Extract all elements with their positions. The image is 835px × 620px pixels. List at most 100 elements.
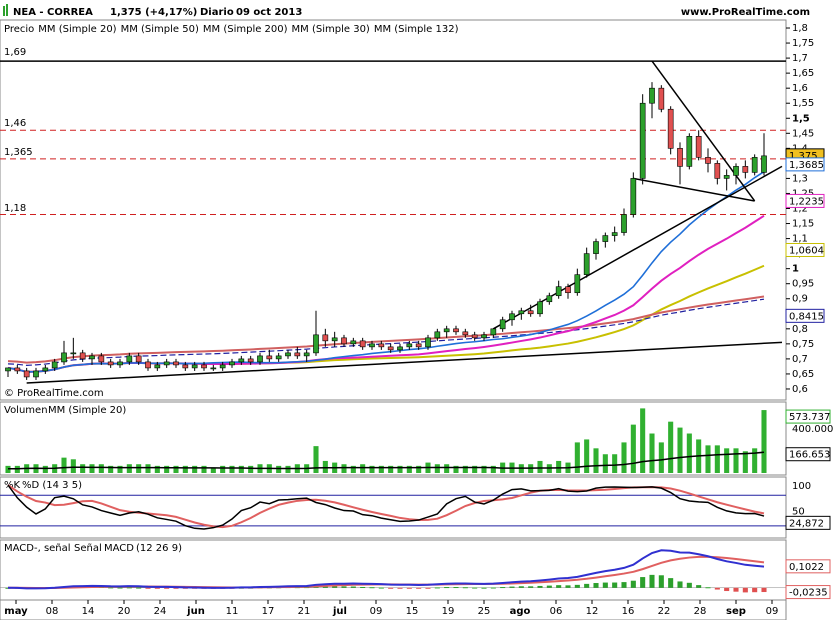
candle-body bbox=[742, 166, 749, 173]
stock-chart: NEA - CORREA 1,375 (+4,17%) Diario 09 oc… bbox=[0, 0, 835, 620]
price-value-tag-label: 1,0604 bbox=[789, 245, 824, 256]
volume-bar bbox=[70, 459, 76, 473]
macd-histogram-bar bbox=[621, 582, 627, 588]
price-tick-label: 1,5 bbox=[792, 113, 810, 124]
price-tick-label: 1,75 bbox=[792, 38, 814, 49]
candle-body bbox=[611, 232, 618, 236]
macd-histogram-bar bbox=[136, 587, 142, 589]
candle-body bbox=[51, 361, 58, 369]
price-tick-label: 1,55 bbox=[792, 98, 814, 109]
candle-body bbox=[555, 286, 562, 297]
macd-histogram-bar bbox=[117, 587, 123, 589]
candle-body bbox=[89, 355, 95, 360]
macd-histogram-bar bbox=[584, 583, 590, 588]
volume-bar bbox=[238, 465, 244, 473]
legend-sma132: MM (Simple 132) bbox=[374, 24, 459, 35]
macd-histogram-bar bbox=[425, 587, 431, 589]
x-tick-label: 12 bbox=[586, 606, 599, 617]
candle-body bbox=[33, 370, 39, 378]
volume-value-tag-label: 166.653 bbox=[789, 450, 830, 461]
candle-body bbox=[621, 214, 627, 233]
price-tick-label: 1,1 bbox=[792, 234, 808, 245]
macd-histogram-bar bbox=[126, 587, 132, 589]
volume-bar bbox=[574, 442, 580, 473]
stoch-tick-label: 100 bbox=[792, 481, 811, 492]
x-tick-label: 22 bbox=[658, 606, 671, 617]
candle-body bbox=[602, 235, 609, 242]
volume-bar bbox=[164, 465, 170, 473]
x-tick-label: 21 bbox=[298, 606, 311, 617]
candle-body bbox=[173, 361, 179, 366]
candle-body bbox=[686, 136, 693, 167]
candle-body bbox=[714, 163, 721, 179]
price-tick-label: 0,65 bbox=[792, 369, 814, 380]
candle-body bbox=[453, 328, 459, 333]
volume-bar bbox=[612, 454, 618, 473]
candle-body bbox=[527, 310, 534, 315]
macd-histogram-bar bbox=[714, 587, 720, 590]
macd-histogram-bar bbox=[602, 582, 608, 588]
candle-body bbox=[415, 343, 422, 348]
macd-histogram-bar bbox=[369, 587, 375, 589]
macd-histogram-bar bbox=[341, 586, 347, 588]
volume-bar bbox=[89, 464, 95, 473]
x-tick-label: 09 bbox=[370, 606, 383, 617]
candle-body bbox=[481, 334, 487, 339]
candle-body bbox=[565, 286, 571, 294]
x-tick-label: 14 bbox=[82, 606, 95, 617]
x-tick-label: 06 bbox=[550, 606, 563, 617]
macd-value-tag-label: 0,1022 bbox=[789, 562, 824, 573]
legend-macd-params: (12 26 9) bbox=[136, 543, 182, 554]
price-tick-label: 0,8 bbox=[792, 324, 808, 335]
price-value-tag-label: 1,3685 bbox=[789, 160, 824, 171]
macd-histogram-bar bbox=[546, 585, 552, 588]
x-tick-label: 24 bbox=[154, 606, 167, 617]
legend-sma200: MM (Simple 200) bbox=[203, 24, 288, 35]
candle-body bbox=[574, 274, 581, 294]
price-tick-label: 1,45 bbox=[792, 128, 814, 139]
candle-body bbox=[546, 295, 553, 303]
volume-bar bbox=[677, 427, 683, 473]
macd-histogram-bar bbox=[724, 587, 730, 592]
candle-body bbox=[649, 87, 655, 104]
candle-body bbox=[42, 367, 49, 372]
price-tick-label: 1,15 bbox=[792, 219, 814, 230]
volume-bar bbox=[537, 460, 543, 473]
price-tick-label: 0,6 bbox=[792, 384, 808, 395]
price-tick-label: 0,75 bbox=[792, 339, 814, 350]
price-tick-label: 1,8 bbox=[792, 23, 808, 34]
candle-body bbox=[201, 364, 207, 369]
volume-bar bbox=[668, 421, 674, 473]
candle-body bbox=[387, 346, 394, 351]
candle-body bbox=[639, 102, 646, 179]
price-tick-label: 1,65 bbox=[792, 68, 814, 79]
legend-sma30: MM (Simple 30) bbox=[292, 24, 370, 35]
legend-macd-signal: Señal bbox=[74, 543, 102, 554]
macd-histogram-bar bbox=[686, 582, 692, 588]
price-panel bbox=[0, 19, 787, 401]
x-tick-label: jul bbox=[332, 606, 347, 617]
volume-bar bbox=[220, 465, 226, 473]
x-tick-label: 28 bbox=[694, 606, 707, 617]
candle-body bbox=[247, 358, 254, 363]
legend-macd-hist: MACD-, señal bbox=[4, 543, 71, 554]
candle-body bbox=[98, 355, 105, 363]
candle-body bbox=[238, 358, 245, 363]
macd-histogram-bar bbox=[360, 586, 366, 588]
volume-bar bbox=[229, 465, 235, 473]
volume-value-tag-label: 573.737 bbox=[789, 412, 830, 423]
candle-body bbox=[499, 319, 506, 330]
candle-body bbox=[490, 328, 497, 336]
price-tick-label: 0,95 bbox=[792, 279, 814, 290]
x-tick-label: 15 bbox=[406, 606, 419, 617]
volume-bar bbox=[285, 465, 291, 473]
candle-body bbox=[210, 367, 217, 370]
volume-bar bbox=[276, 465, 282, 473]
candle-body bbox=[117, 361, 123, 366]
volume-bar bbox=[640, 408, 646, 473]
macd-histogram-bar bbox=[574, 584, 580, 588]
volume-bar bbox=[621, 442, 627, 473]
volume-bar bbox=[434, 464, 440, 473]
candle-body bbox=[135, 355, 142, 363]
price-tick-label: 1 bbox=[792, 264, 799, 275]
